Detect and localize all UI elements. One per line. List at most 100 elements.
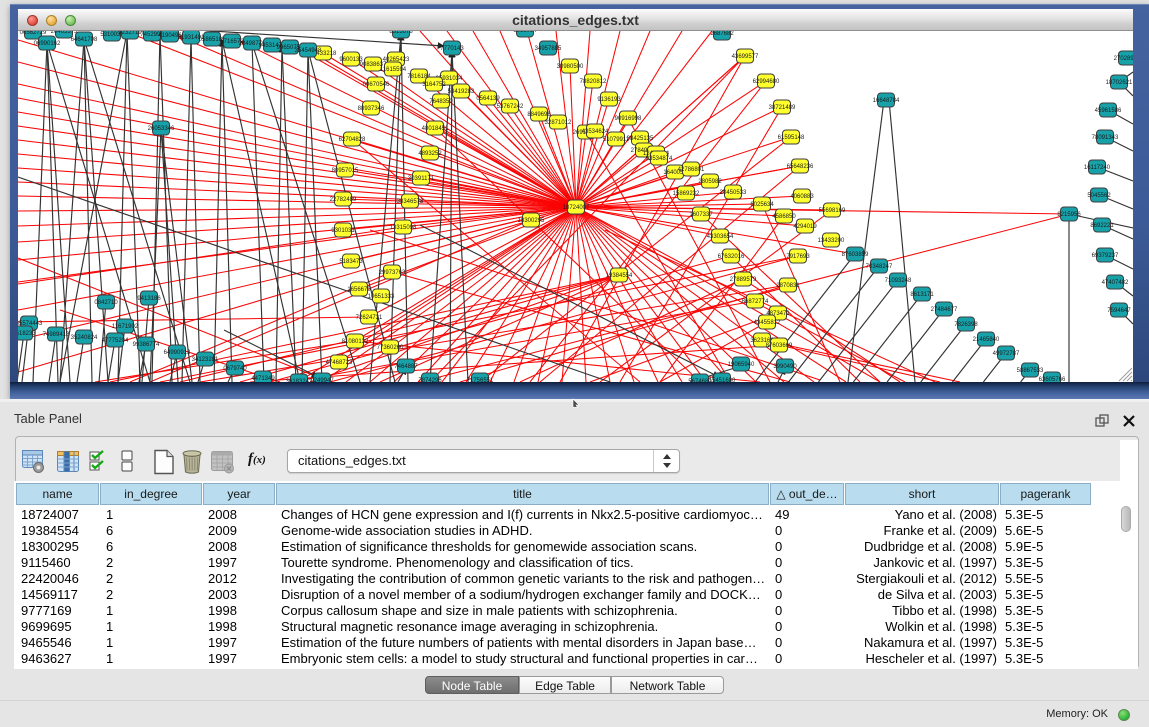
svg-text:5183473: 5183473 <box>339 259 363 265</box>
svg-text:35240824: 35240824 <box>71 335 98 341</box>
svg-text:48018451: 48018451 <box>422 126 449 132</box>
svg-text:18702621: 18702621 <box>1106 80 1133 86</box>
svg-text:38721489: 38721489 <box>769 105 796 111</box>
svg-text:21465840: 21465840 <box>973 337 1000 343</box>
svg-text:67632016: 67632016 <box>718 254 745 260</box>
svg-text:49972787: 49972787 <box>993 351 1020 357</box>
svg-text:35454948: 35454948 <box>295 48 322 54</box>
svg-text:19384554: 19384554 <box>606 273 633 279</box>
svg-text:16648784: 16648784 <box>873 98 900 104</box>
svg-text:8613171: 8613171 <box>910 292 934 298</box>
svg-text:70348247: 70348247 <box>866 264 893 270</box>
svg-text:0842710: 0842710 <box>94 300 118 306</box>
svg-text:53767242: 53767242 <box>497 104 524 110</box>
svg-text:7917693: 7917693 <box>786 254 810 260</box>
svg-text:6025634: 6025634 <box>750 202 774 208</box>
svg-text:45961586: 45961586 <box>1095 108 1122 114</box>
svg-text:11671902: 11671902 <box>112 324 139 330</box>
svg-text:43303654: 43303654 <box>707 234 734 240</box>
svg-text:11615594: 11615594 <box>380 67 407 73</box>
svg-text:9136193: 9136193 <box>597 97 621 103</box>
svg-text:99386774: 99386774 <box>133 342 160 348</box>
svg-text:7464887: 7464887 <box>394 364 418 370</box>
svg-text:27028951: 27028951 <box>1114 56 1133 62</box>
svg-text:71093248: 71093248 <box>885 278 912 284</box>
svg-text:30391171: 30391171 <box>408 176 435 182</box>
svg-text:71756551: 71756551 <box>467 378 494 382</box>
svg-text:4294019: 4294019 <box>793 224 817 230</box>
svg-text:58867533: 58867533 <box>1017 368 1044 374</box>
svg-text:72624731: 72624731 <box>356 315 383 321</box>
svg-text:27889579: 27889579 <box>730 277 757 283</box>
svg-text:13315098: 13315098 <box>390 225 417 231</box>
svg-text:81080132: 81080132 <box>342 339 369 345</box>
svg-text:13433200: 13433200 <box>818 238 845 244</box>
svg-text:42786801: 42786801 <box>678 167 705 173</box>
svg-text:19065940: 19065940 <box>728 362 755 368</box>
svg-text:06562729: 06562729 <box>20 31 47 36</box>
svg-text:7770143: 7770143 <box>440 46 464 52</box>
svg-text:47407482: 47407482 <box>1102 280 1129 286</box>
svg-text:53419283: 53419283 <box>448 89 475 95</box>
svg-text:26053346: 26053346 <box>148 126 175 132</box>
svg-text:5045562: 5045562 <box>1087 193 1111 199</box>
svg-text:7594647: 7594647 <box>1107 308 1131 314</box>
svg-text:61595148: 61595148 <box>778 135 805 141</box>
svg-text:47775204: 47775204 <box>102 338 129 344</box>
svg-text:87603859: 87603859 <box>842 252 869 258</box>
svg-text:15451680: 15451680 <box>709 378 736 382</box>
svg-text:77360260: 77360260 <box>377 345 404 351</box>
svg-text:27484677: 27484677 <box>931 307 958 313</box>
svg-text:9232719: 9232719 <box>118 31 142 36</box>
svg-text:18724007: 18724007 <box>563 205 590 211</box>
svg-text:3990490: 3990490 <box>773 364 797 370</box>
svg-text:29973763: 29973763 <box>379 270 406 276</box>
svg-text:43534624: 43534624 <box>582 129 609 135</box>
svg-text:64641708: 64641708 <box>71 37 98 43</box>
svg-text:4060883: 4060883 <box>790 194 814 200</box>
svg-text:09670546: 09670546 <box>363 82 390 88</box>
svg-text:0564139: 0564139 <box>476 96 500 102</box>
svg-text:64990913: 64990913 <box>164 350 191 356</box>
svg-text:20450533: 20450533 <box>720 190 747 196</box>
svg-text:7648350: 7648350 <box>429 99 453 105</box>
svg-text:8215956: 8215956 <box>1057 212 1081 218</box>
svg-text:78091343: 78091343 <box>1092 135 1119 141</box>
svg-text:34123281: 34123281 <box>192 357 219 363</box>
svg-text:47468723: 47468723 <box>326 360 353 366</box>
svg-text:32871012: 32871012 <box>545 120 572 126</box>
svg-text:63605766: 63605766 <box>1039 377 1066 382</box>
svg-text:93534874: 93534874 <box>646 156 673 162</box>
svg-text:4893252: 4893252 <box>418 151 442 157</box>
svg-text:78820812: 78820812 <box>580 79 607 85</box>
svg-text:10651333: 10651333 <box>368 294 395 300</box>
svg-text:88937346: 88937346 <box>358 106 385 112</box>
svg-text:8813054: 8813054 <box>513 31 537 34</box>
svg-text:90916998: 90916998 <box>615 116 642 122</box>
svg-text:62704828: 62704828 <box>339 137 366 143</box>
svg-text:3518233: 3518233 <box>18 331 36 337</box>
svg-text:8692221: 8692221 <box>1090 223 1114 229</box>
svg-text:9301031: 9301031 <box>331 228 355 234</box>
svg-text:7826398: 7826398 <box>954 322 978 328</box>
svg-text:4586850: 4586850 <box>772 214 796 220</box>
svg-text:15869232: 15869232 <box>673 191 700 197</box>
svg-text:80957015: 80957015 <box>332 168 359 174</box>
svg-text:62994680: 62994680 <box>753 79 780 85</box>
svg-text:0249947: 0249947 <box>310 378 334 382</box>
svg-text:2870831: 2870831 <box>776 283 800 289</box>
svg-text:8849696: 8849696 <box>527 112 551 118</box>
svg-text:65648236: 65648236 <box>787 164 814 170</box>
svg-text:2805982: 2805982 <box>698 179 722 185</box>
svg-text:8313678: 8313678 <box>389 31 413 35</box>
svg-text:22782489: 22782489 <box>330 197 357 203</box>
svg-text:55698169: 55698169 <box>819 208 846 214</box>
svg-text:86872774: 86872774 <box>742 299 769 305</box>
svg-text:38425135: 38425135 <box>627 136 654 142</box>
svg-text:1607337: 1607337 <box>689 212 713 218</box>
svg-text:87603669: 87603669 <box>766 343 793 349</box>
svg-text:74989413: 74989413 <box>43 332 70 338</box>
svg-text:69379237: 69379237 <box>1092 253 1119 259</box>
svg-text:2687682: 2687682 <box>710 31 734 37</box>
svg-text:30980500: 30980500 <box>557 64 584 70</box>
